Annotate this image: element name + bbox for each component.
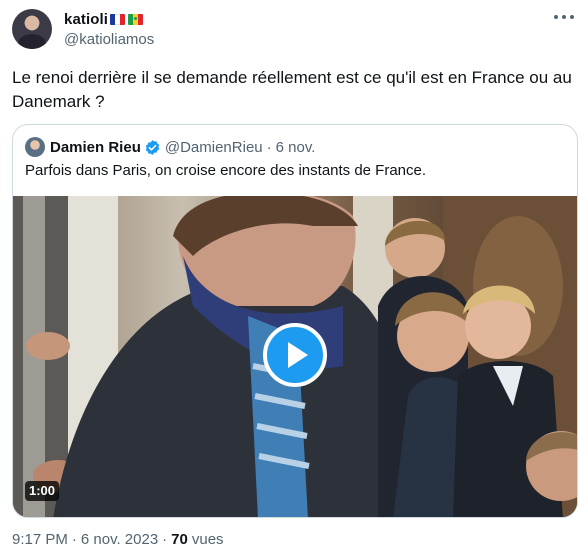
author-name[interactable]: katioli (64, 11, 108, 28)
tweet[interactable]: katioli @katioliamos Le renoi derrière i… (0, 0, 588, 559)
quoted-date: 6 nov. (275, 138, 316, 156)
quoted-author-avatar (25, 137, 45, 157)
quoted-tweet-text: Parfois dans Paris, on croise encore des… (25, 162, 427, 179)
video-duration: 1:00 (25, 481, 60, 501)
tweet-text: Le renoi derrière il se demande réelleme… (12, 68, 572, 111)
quoted-tweet-header: Damien Rieu @DamienRieu · 6 nov. (25, 137, 315, 157)
author-handle[interactable]: @katioliamos (64, 31, 154, 48)
quoted-author-name: Damien Rieu (50, 138, 141, 156)
tweet-date[interactable]: 6 nov. 2023 (81, 531, 158, 548)
more-options-icon[interactable] (554, 14, 574, 20)
tweet-meta: 9:17 PM · 6 nov. 2023 · 70 vues (12, 531, 224, 548)
flag-senegal-icon (128, 13, 144, 25)
play-button[interactable] (263, 323, 327, 387)
author-flags (110, 13, 144, 25)
views-label: vues (191, 531, 224, 548)
tweet-time[interactable]: 9:17 PM (12, 531, 68, 548)
author-block: katioli @katioliamos (64, 10, 154, 49)
video-player[interactable]: 1:00 (13, 196, 577, 517)
verified-badge-icon (145, 139, 160, 155)
quoted-author-handle: @DamienRieu (164, 138, 263, 156)
author-avatar[interactable] (12, 9, 52, 49)
flag-france-icon (110, 13, 126, 25)
views-count[interactable]: 70 (171, 531, 188, 548)
meta-separator: · (162, 531, 168, 548)
quoted-separator-dot: · (266, 138, 272, 156)
quoted-tweet[interactable]: Damien Rieu @DamienRieu · 6 nov. Parfois… (12, 124, 578, 518)
meta-separator: · (71, 531, 77, 548)
